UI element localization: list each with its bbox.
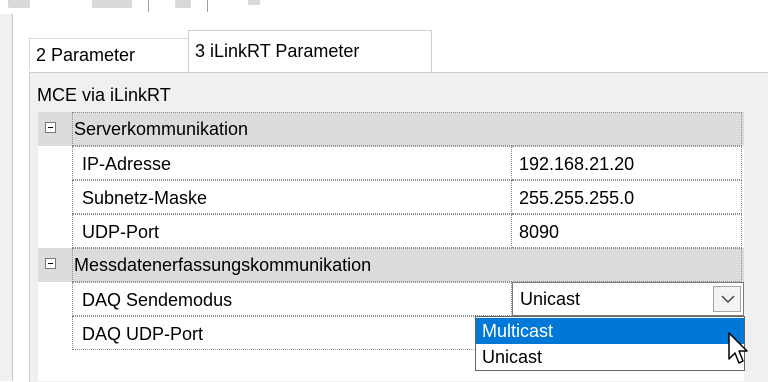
property-name: Subnetz-Maske	[72, 180, 512, 214]
property-value[interactable]: 255.255.255.0	[512, 180, 742, 214]
property-name: DAQ UDP-Port	[72, 316, 512, 350]
toolbar-separator	[207, 0, 208, 12]
toolbar-button-icon[interactable]	[92, 0, 132, 8]
property-row-subnetz-maske[interactable]: Subnetz-Maske 255.255.255.0	[38, 180, 744, 214]
property-name: IP-Adresse	[72, 146, 512, 180]
property-value[interactable]: 8090	[512, 214, 742, 248]
toolbar	[0, 0, 768, 14]
property-name: DAQ Sendemodus	[72, 282, 512, 316]
expander-minus-icon[interactable]	[45, 258, 56, 269]
toolbar-dropdown-icon[interactable]	[248, 0, 260, 5]
combobox-value: Unicast	[520, 289, 581, 309]
group-label: MCE via iLinkRT	[37, 85, 171, 105]
property-row-ip-adresse[interactable]: IP-Adresse 192.168.21.20	[38, 146, 744, 180]
category-label: Messdatenerfassungskommunikation	[74, 255, 372, 275]
property-row-udp-port[interactable]: UDP-Port 8090	[38, 214, 744, 248]
category-row-serverkommunikation[interactable]: Serverkommunikation	[38, 112, 744, 146]
chevron-down-icon	[721, 295, 735, 303]
tab-parameter[interactable]: 2 Parameter	[29, 38, 191, 70]
mouse-pointer-icon	[728, 332, 748, 364]
toolbar-download-icon[interactable]	[175, 0, 191, 8]
daq-sendemodus-combobox[interactable]: Unicast	[512, 282, 744, 316]
category-label: Serverkommunikation	[74, 119, 249, 139]
expander-minus-icon[interactable]	[45, 122, 56, 133]
window-left-edge	[0, 14, 13, 381]
property-row-daq-sendemodus[interactable]: DAQ Sendemodus Unicast	[38, 282, 744, 316]
tab-ilinkrt-parameter[interactable]: 3 iLinkRT Parameter	[188, 30, 432, 72]
property-name: UDP-Port	[72, 214, 512, 248]
dropdown-option-unicast[interactable]: Unicast	[476, 344, 744, 370]
toolbar-separator	[148, 0, 149, 12]
toolbar-edit-icon[interactable]	[8, 0, 30, 8]
dropdown-list: Multicast Unicast	[475, 316, 745, 371]
dropdown-button[interactable]	[713, 286, 741, 312]
property-value[interactable]: 192.168.21.20	[512, 146, 742, 180]
tab-strip: 2 Parameter 3 iLinkRT Parameter	[13, 14, 768, 72]
category-row-messdatenerfassung[interactable]: Messdatenerfassungskommunikation	[38, 248, 744, 282]
dropdown-option-multicast[interactable]: Multicast	[476, 318, 744, 344]
